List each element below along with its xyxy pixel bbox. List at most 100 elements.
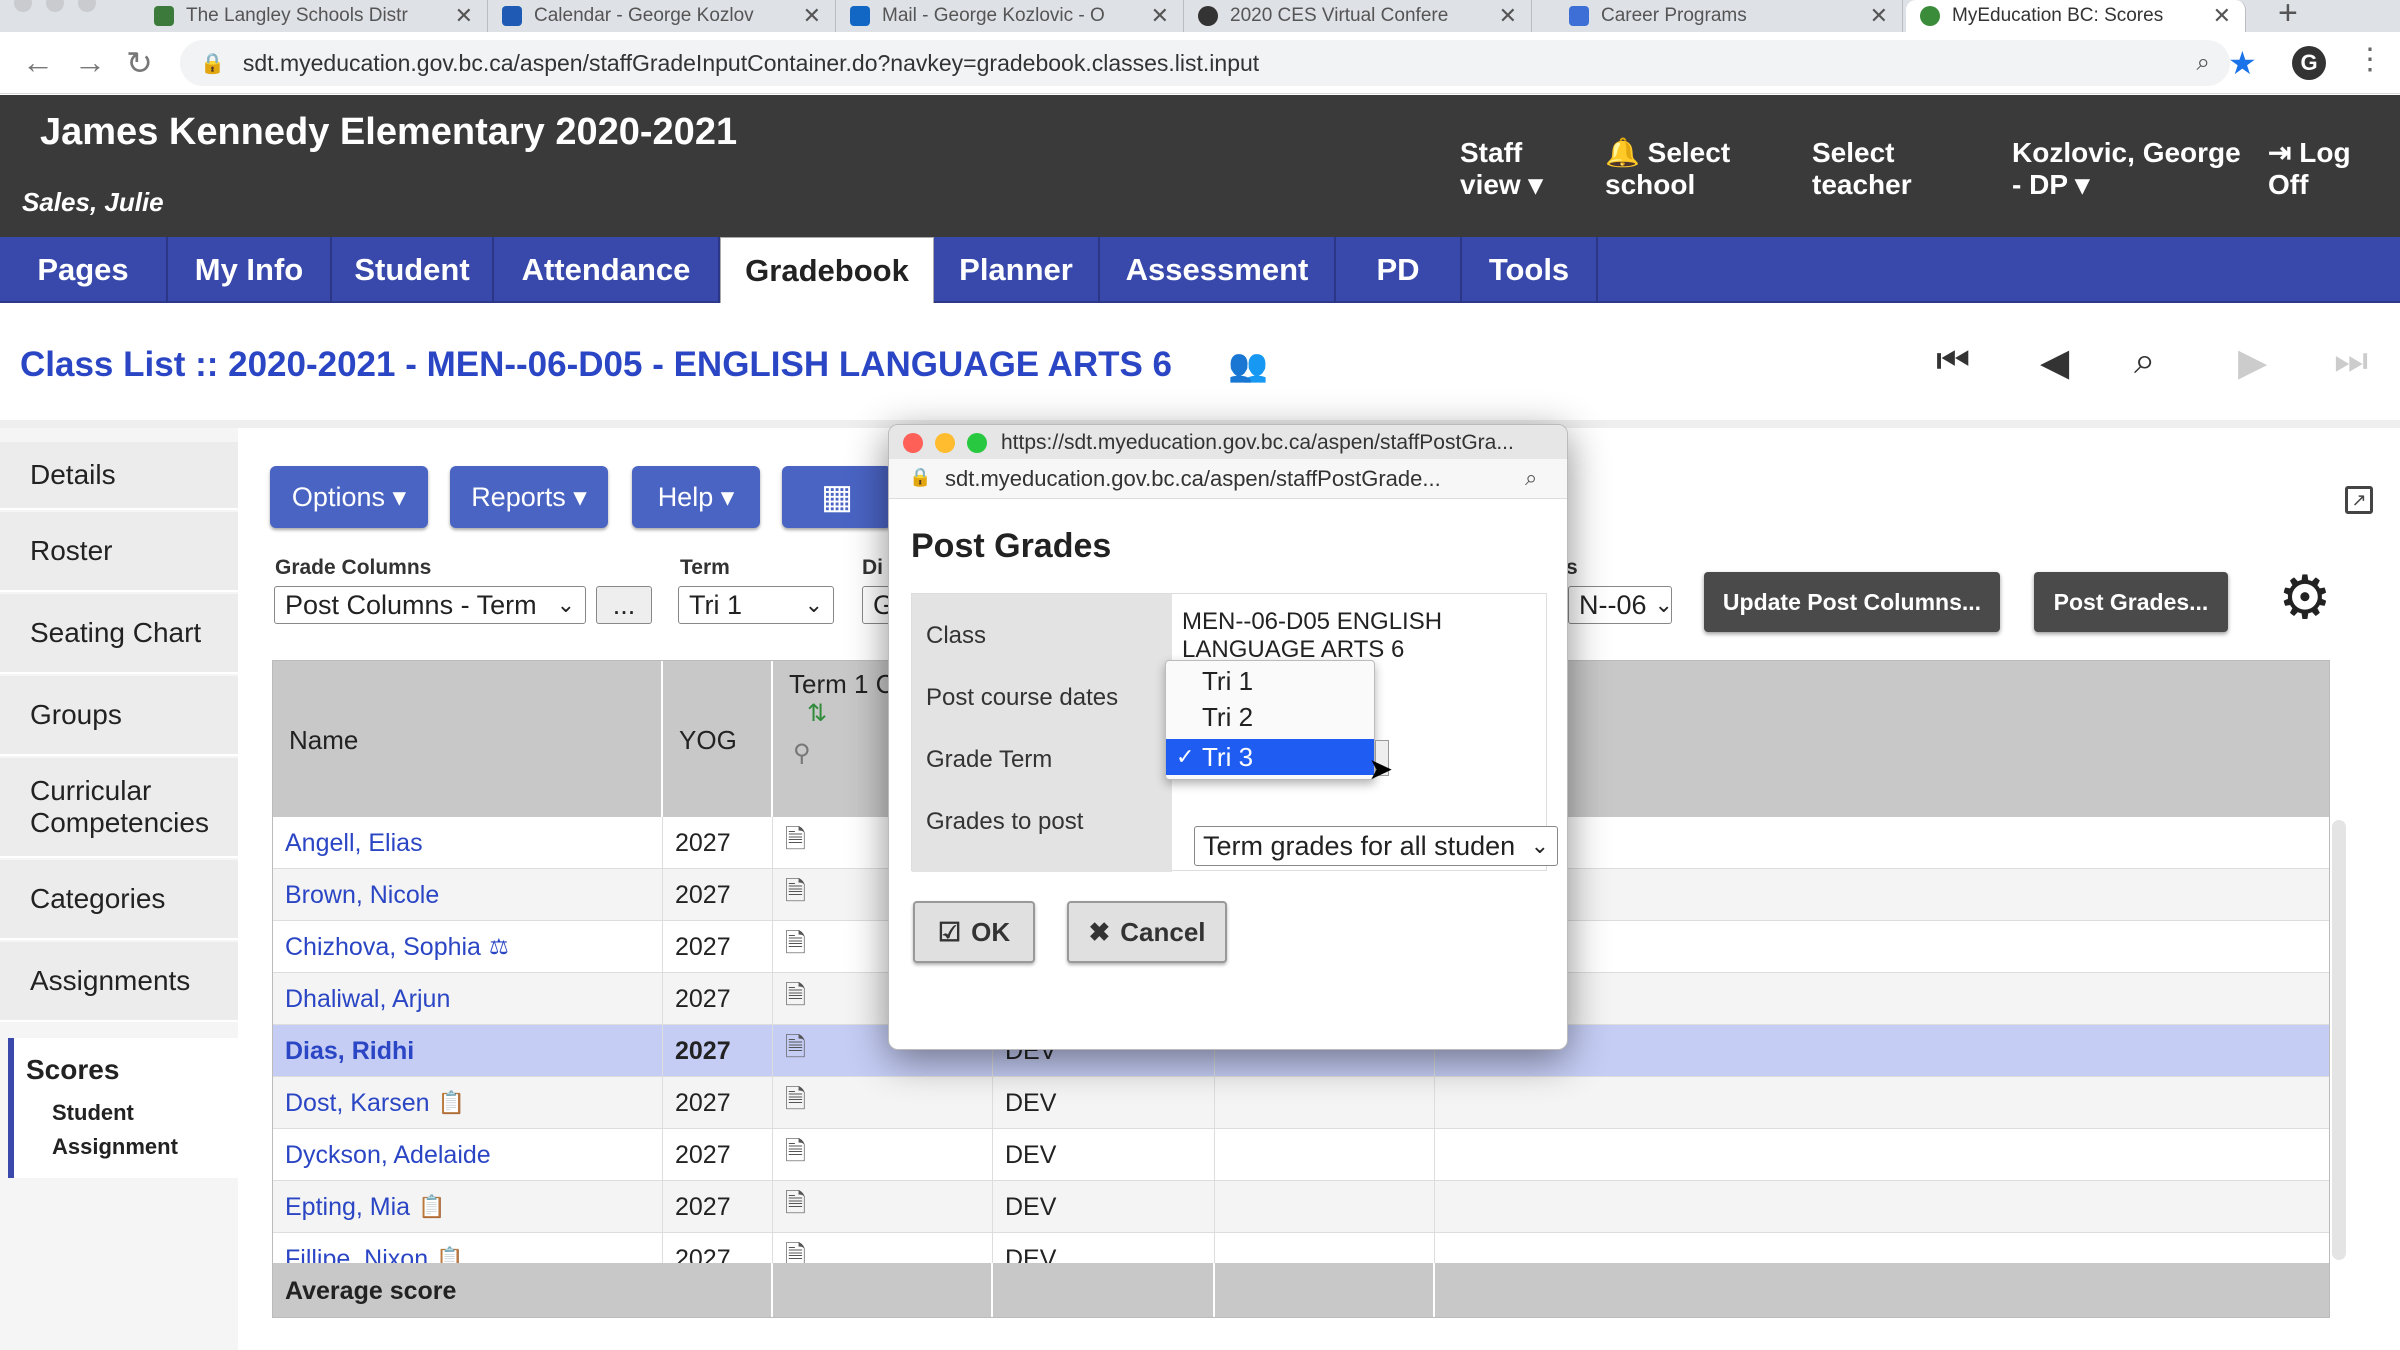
table-row[interactable]: Dyckson, Adelaide 2027 🗎 DEV (273, 1129, 2329, 1181)
log-off-link[interactable]: ⇥ Log Off (2268, 137, 2378, 201)
tab-gradebook[interactable]: Gradebook (720, 237, 934, 303)
grades-to-post-select[interactable]: Term grades for all studen ⌄ (1194, 826, 1558, 866)
close-icon[interactable]: ✕ (803, 3, 821, 29)
profile-avatar[interactable]: G (2292, 46, 2326, 80)
bookmark-star-icon[interactable]: ★ (2228, 44, 2257, 82)
tab-attendance[interactable]: Attendance (494, 237, 720, 303)
url-field[interactable]: 🔒 sdt.myeducation.gov.bc.ca/aspen/staffG… (180, 40, 2230, 86)
forward-arrow-icon[interactable]: → (74, 44, 106, 81)
sidebar-item-seating-chart[interactable]: Seating Chart (0, 594, 238, 674)
student-name-link[interactable]: Brown, Nicole (285, 881, 439, 910)
edit-document-icon[interactable]: 🗎 (785, 873, 806, 917)
tab-pages[interactable]: Pages (0, 237, 168, 303)
tab-tools[interactable]: Tools (1462, 237, 1598, 303)
yog-column-header[interactable]: YOG (663, 661, 773, 817)
minimize-window-icon[interactable] (935, 433, 955, 453)
ok-button[interactable]: ☑ OK (913, 901, 1035, 963)
previous-record-icon[interactable]: ◀ (2040, 340, 2069, 385)
select-school-link[interactable]: 🔔 Select school (1605, 137, 1755, 201)
account-menu[interactable]: Kozlovic, George - DP ▾ (2012, 137, 2242, 201)
browser-tab-mail[interactable]: Mail - George Kozlovic - O ✕ (836, 0, 1184, 32)
edit-document-icon[interactable]: 🗎 (785, 977, 806, 1021)
close-icon[interactable]: ✕ (2213, 3, 2231, 29)
grid-view-button[interactable]: ▦ (782, 466, 892, 528)
score-entry-cell[interactable]: 🗎 (773, 1129, 993, 1181)
close-icon[interactable]: ✕ (1499, 3, 1517, 29)
sidebar-item-assignments[interactable]: Assignments (0, 942, 238, 1022)
zoom-icon[interactable]: ⌕ (2197, 49, 2210, 77)
zoom-icon[interactable]: ⌕ (1525, 465, 1537, 491)
scale-icon[interactable]: ⚖ (489, 934, 509, 960)
tab-student[interactable]: Student (332, 237, 494, 303)
student-name-link[interactable]: Dyckson, Adelaide (285, 1141, 491, 1170)
student-name-link[interactable]: Epting, Mia (285, 1193, 410, 1222)
sidebar-item-curricular-competencies[interactable]: Curricular Competencies (0, 758, 238, 858)
close-icon[interactable]: ✕ (455, 3, 473, 29)
grade-cell[interactable]: DEV (993, 1077, 1215, 1129)
grade-term-option-tri-2[interactable]: Tri 2 (1166, 699, 1374, 735)
sidebar-item-groups[interactable]: Groups (0, 676, 238, 756)
update-post-columns-button[interactable]: Update Post Columns... (1704, 572, 2000, 632)
reports-button[interactable]: Reports ▾ (450, 466, 608, 528)
term-select[interactable]: Tri 1 ⌄ (678, 586, 834, 624)
browser-menu-icon[interactable]: ⋮ (2355, 42, 2385, 77)
expand-icon[interactable]: ↗ (2345, 486, 2373, 514)
post-grades-button[interactable]: Post Grades... (2034, 572, 2228, 632)
edit-document-icon[interactable]: 🗎 (785, 925, 806, 969)
browser-tab-langley[interactable]: The Langley Schools Distr ✕ (140, 0, 488, 32)
grade-term-option-tri-1[interactable]: Tri 1 (1166, 663, 1374, 699)
grade-cell[interactable]: DEV (993, 1129, 1215, 1181)
grade-cell[interactable] (1215, 1181, 1435, 1233)
grade-cell[interactable] (1215, 1129, 1435, 1181)
tab-my-info[interactable]: My Info (168, 237, 332, 303)
close-icon[interactable]: ✕ (1870, 3, 1888, 29)
back-arrow-icon[interactable]: ← (22, 44, 54, 81)
sidebar-item-categories[interactable]: Categories (0, 860, 238, 940)
more-columns-button[interactable]: ... (596, 586, 652, 624)
table-row[interactable]: Epting, Mia 📋 2027 🗎 DEV (273, 1181, 2329, 1233)
close-window-icon[interactable] (903, 433, 923, 453)
grade-columns-select[interactable]: Post Columns - Term ⌄ (274, 586, 586, 624)
note-icon[interactable]: 📋 (418, 1194, 445, 1220)
sidebar-sub-student[interactable]: Student (52, 1100, 134, 1126)
student-name-link[interactable]: Angell, Elias (285, 829, 423, 858)
edit-document-icon[interactable]: 🗎 (785, 1081, 806, 1125)
select-teacher-link[interactable]: Select teacher (1812, 137, 1952, 201)
sidebar-item-details[interactable]: Details (0, 442, 238, 510)
student-name-link[interactable]: Chizhova, Sophia (285, 933, 481, 962)
table-row[interactable]: Dost, Karsen 📋 2027 🗎 DEV (273, 1077, 2329, 1129)
tab-pd[interactable]: PD (1336, 237, 1462, 303)
student-name-link[interactable]: Dost, Karsen (285, 1089, 430, 1118)
sidebar-item-roster[interactable]: Roster (0, 512, 238, 592)
edit-document-icon[interactable]: 🗎 (785, 821, 806, 865)
edit-document-icon[interactable]: 🗎 (785, 1133, 806, 1177)
score-entry-cell[interactable]: 🗎 (773, 1181, 993, 1233)
edit-document-icon[interactable]: 🗎 (785, 1185, 806, 1229)
tab-planner[interactable]: Planner (934, 237, 1100, 303)
student-name-link[interactable]: Dias, Ridhi (285, 1037, 414, 1066)
first-record-icon[interactable]: ⏮ (1936, 340, 1970, 383)
help-button[interactable]: Help ▾ (632, 466, 760, 528)
person-search-icon[interactable]: ⚲ (793, 739, 811, 768)
close-icon[interactable]: ✕ (1151, 3, 1169, 29)
score-entry-cell[interactable]: 🗎 (773, 1077, 993, 1129)
grade-cell[interactable]: DEV (993, 1181, 1215, 1233)
next-record-icon[interactable]: ▶ (2238, 340, 2267, 385)
new-tab-icon[interactable]: + (2278, 0, 2298, 32)
maximize-window-icon[interactable] (967, 433, 987, 453)
search-icon[interactable]: ⌕ (2134, 340, 2155, 383)
browser-tab-scores[interactable]: MyEducation BC: Scores ✕ (1906, 0, 2246, 32)
sidebar-item-scores[interactable]: Scores Student Assignment (8, 1038, 238, 1178)
grid-scrollbar[interactable] (2332, 820, 2346, 1260)
grade-term-option-tri-3[interactable]: ✓ Tri 3 (1166, 739, 1374, 775)
browser-tab-ces[interactable]: 2020 CES Virtual Confere ✕ (1184, 0, 1532, 32)
student-name-link[interactable]: Dhaliwal, Arjun (285, 985, 450, 1014)
last-record-icon[interactable]: ⏭ (2334, 340, 2368, 383)
browser-tab-calendar[interactable]: Calendar - George Kozlov ✕ (488, 0, 836, 32)
options-button[interactable]: Options ▾ (270, 466, 428, 528)
tab-assessment[interactable]: Assessment (1100, 237, 1336, 303)
reload-icon[interactable]: ↻ (126, 44, 153, 82)
name-column-header[interactable]: Name (273, 661, 663, 817)
staff-view-menu[interactable]: Staff view ▾ (1460, 137, 1580, 201)
course-select[interactable]: N--06 ⌄ (1568, 586, 1672, 624)
